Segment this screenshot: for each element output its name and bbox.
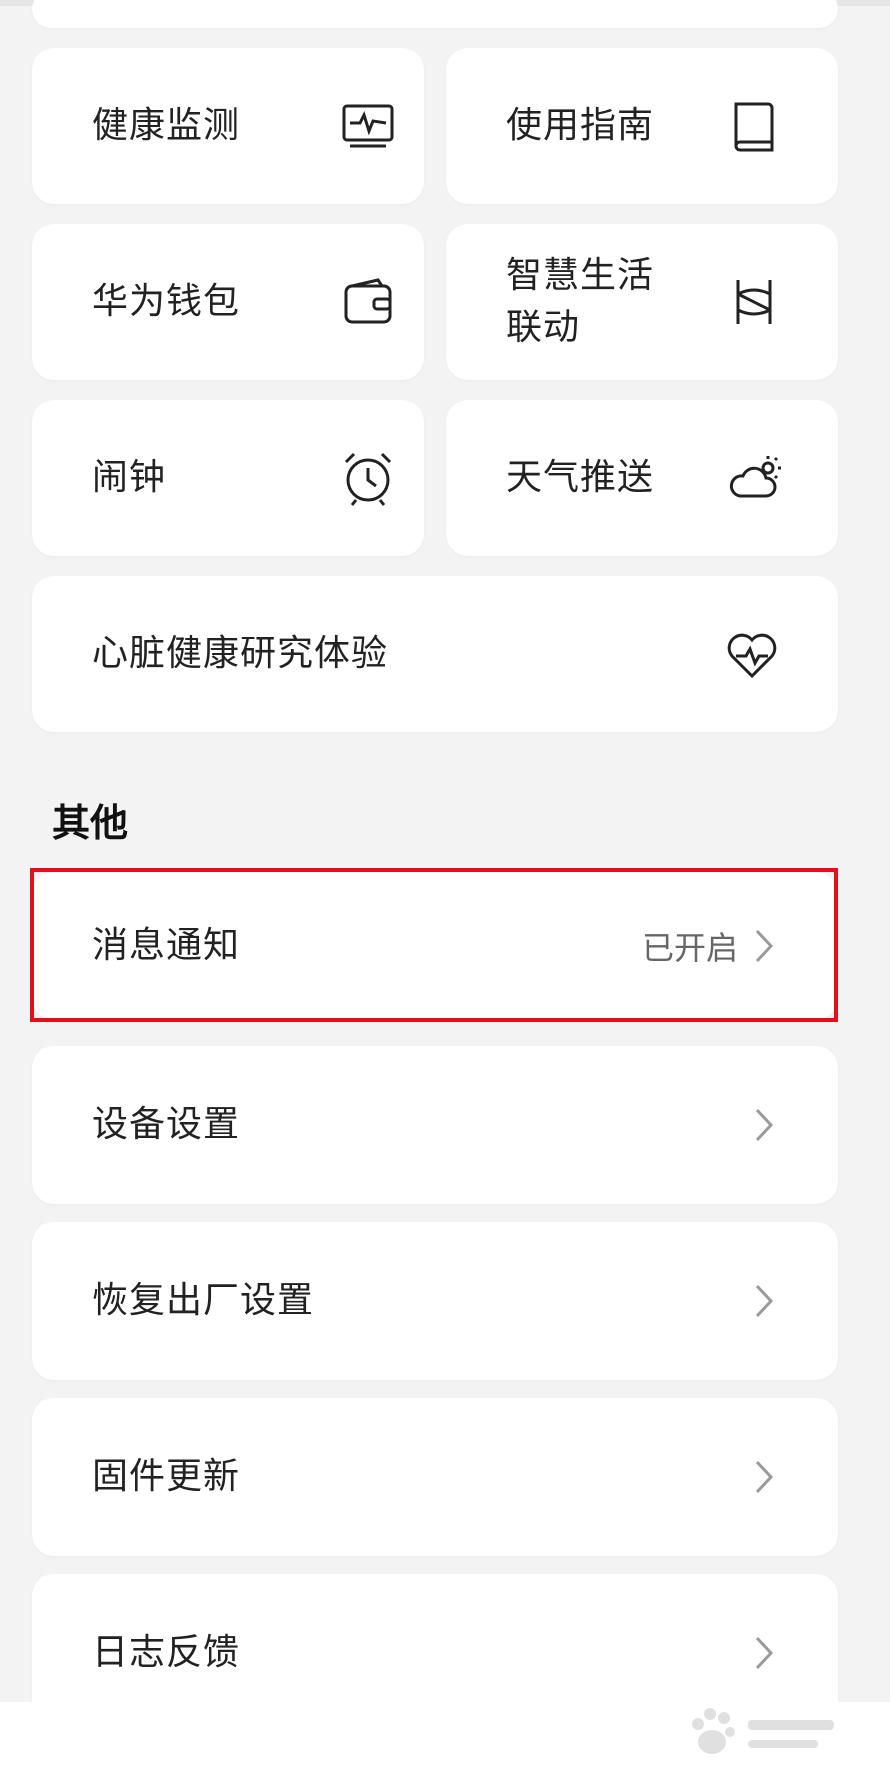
weather-cloud-sun-icon (724, 448, 784, 508)
chevron-right-icon (752, 1633, 776, 1673)
user-guide-label: 使用指南 (506, 105, 655, 146)
device-settings-row[interactable]: 设备设置 (32, 1046, 838, 1204)
chevron-right-icon (752, 1105, 776, 1145)
book-icon (724, 96, 784, 156)
huawei-wallet-card[interactable]: 华为钱包 (32, 224, 424, 380)
log-feedback-label: 日志反馈 (92, 1632, 241, 1673)
chevron-right-icon (752, 1457, 776, 1497)
smart-link-icon (724, 272, 784, 332)
partial-card-top (32, 0, 838, 28)
weather-push-label: 天气推送 (506, 457, 655, 498)
wallet-icon (338, 272, 398, 332)
huawei-wallet-label: 华为钱包 (92, 281, 241, 322)
health-monitor-label: 健康监测 (92, 105, 241, 146)
alarm-card[interactable]: 闹钟 (32, 400, 424, 556)
health-monitor-card[interactable]: 健康监测 (32, 48, 424, 204)
firmware-update-row[interactable]: 固件更新 (32, 1398, 838, 1556)
smart-life-label-line1: 智慧生活 (506, 255, 655, 296)
highlight-box (30, 868, 838, 1022)
firmware-update-label: 固件更新 (92, 1456, 241, 1497)
device-settings-label: 设备设置 (92, 1104, 241, 1145)
heart-pulse-icon (722, 624, 782, 684)
smart-life-label-line2: 联动 (506, 307, 581, 348)
smart-life-card[interactable]: 智慧生活 联动 (446, 224, 838, 380)
heart-study-label: 心脏健康研究体验 (92, 633, 389, 674)
baidu-paw-watermark-icon (682, 1700, 842, 1770)
chevron-right-icon (752, 1281, 776, 1321)
monitor-pulse-icon (338, 96, 398, 156)
alarm-label: 闹钟 (92, 457, 167, 498)
factory-reset-row[interactable]: 恢复出厂设置 (32, 1222, 838, 1380)
section-title-other: 其他 (52, 801, 129, 845)
factory-reset-label: 恢复出厂设置 (92, 1280, 315, 1321)
weather-push-card[interactable]: 天气推送 (446, 400, 838, 556)
heart-study-card[interactable]: 心脏健康研究体验 (32, 576, 838, 732)
user-guide-card[interactable]: 使用指南 (446, 48, 838, 204)
alarm-clock-icon (338, 448, 398, 508)
